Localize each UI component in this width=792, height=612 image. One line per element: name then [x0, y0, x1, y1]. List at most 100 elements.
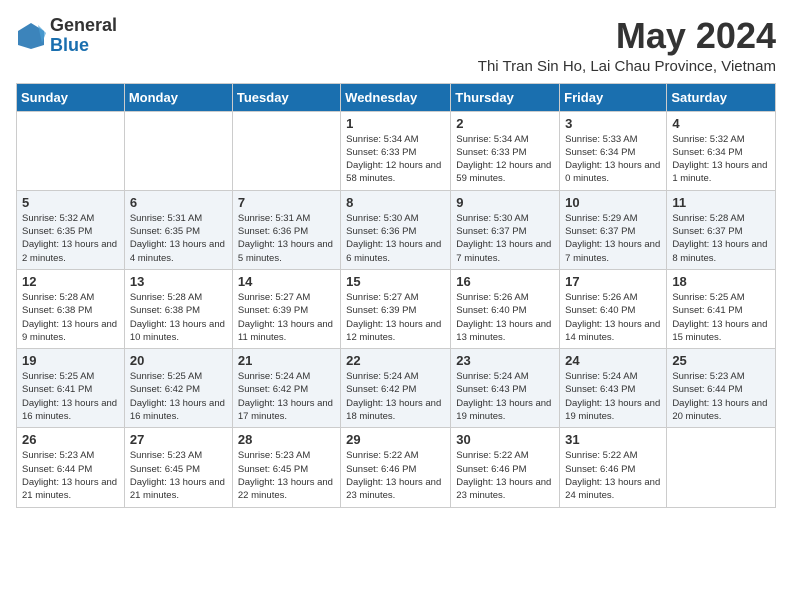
day-info: Sunrise: 5:29 AMSunset: 6:37 PMDaylight:… [565, 212, 661, 265]
day-number: 15 [346, 274, 445, 289]
day-info: Sunrise: 5:25 AMSunset: 6:41 PMDaylight:… [672, 291, 770, 344]
header-friday: Friday [560, 83, 667, 111]
table-row [124, 111, 232, 190]
day-number: 21 [238, 353, 335, 368]
week-row-3: 12Sunrise: 5:28 AMSunset: 6:38 PMDayligh… [17, 269, 776, 348]
day-number: 25 [672, 353, 770, 368]
day-number: 8 [346, 195, 445, 210]
table-row: 18 Sunrise: 5:25 AMSunset: 6:41 PMDayligh… [667, 269, 776, 348]
table-row: 5 Sunrise: 5:32 AMSunset: 6:35 PMDaylight… [17, 190, 125, 269]
day-info: Sunrise: 5:28 AMSunset: 6:38 PMDaylight:… [130, 291, 227, 344]
day-info: Sunrise: 5:26 AMSunset: 6:40 PMDaylight:… [456, 291, 554, 344]
day-info: Sunrise: 5:24 AMSunset: 6:43 PMDaylight:… [565, 370, 661, 423]
table-row [17, 111, 125, 190]
table-row: 16 Sunrise: 5:26 AMSunset: 6:40 PMDayligh… [451, 269, 560, 348]
day-number: 3 [565, 116, 661, 131]
day-number: 27 [130, 432, 227, 447]
day-number: 7 [238, 195, 335, 210]
day-number: 19 [22, 353, 119, 368]
week-row-5: 26 Sunrise: 5:23 AMSunset: 6:44 PMDayligh… [17, 428, 776, 507]
day-info: Sunrise: 5:32 AMSunset: 6:34 PMDaylight:… [672, 133, 770, 186]
day-info: Sunrise: 5:28 AMSunset: 6:37 PMDaylight:… [672, 212, 770, 265]
day-number: 26 [22, 432, 119, 447]
day-number: 17 [565, 274, 661, 289]
week-row-1: 1 Sunrise: 5:34 AMSunset: 6:33 PMDaylight… [17, 111, 776, 190]
day-number: 22 [346, 353, 445, 368]
day-info: Sunrise: 5:22 AMSunset: 6:46 PMDaylight:… [565, 449, 661, 502]
logo-icon [16, 21, 46, 51]
day-info: Sunrise: 5:33 AMSunset: 6:34 PMDaylight:… [565, 133, 661, 186]
header-sunday: Sunday [17, 83, 125, 111]
day-info: Sunrise: 5:30 AMSunset: 6:36 PMDaylight:… [346, 212, 445, 265]
day-info: Sunrise: 5:24 AMSunset: 6:43 PMDaylight:… [456, 370, 554, 423]
day-info: Sunrise: 5:22 AMSunset: 6:46 PMDaylight:… [346, 449, 445, 502]
table-row: 21 Sunrise: 5:24 AMSunset: 6:42 PMDayligh… [232, 349, 340, 428]
table-row: 25Sunrise: 5:23 AMSunset: 6:44 PMDayligh… [667, 349, 776, 428]
day-info: Sunrise: 5:28 AMSunset: 6:38 PMDaylight:… [22, 291, 119, 344]
day-info: Sunrise: 5:31 AMSunset: 6:35 PMDaylight:… [130, 212, 227, 265]
day-number: 16 [456, 274, 554, 289]
table-row: 1 Sunrise: 5:34 AMSunset: 6:33 PMDaylight… [341, 111, 451, 190]
day-number: 10 [565, 195, 661, 210]
day-number: 2 [456, 116, 554, 131]
day-info: Sunrise: 5:23 AMSunset: 6:44 PMDaylight:… [22, 449, 119, 502]
week-row-2: 5 Sunrise: 5:32 AMSunset: 6:35 PMDaylight… [17, 190, 776, 269]
table-row: 23 Sunrise: 5:24 AMSunset: 6:43 PMDayligh… [451, 349, 560, 428]
table-row: 19 Sunrise: 5:25 AMSunset: 6:41 PMDayligh… [17, 349, 125, 428]
table-row: 10 Sunrise: 5:29 AMSunset: 6:37 PMDayligh… [560, 190, 667, 269]
table-row: 31 Sunrise: 5:22 AMSunset: 6:46 PMDayligh… [560, 428, 667, 507]
day-number: 28 [238, 432, 335, 447]
table-row: 2Sunrise: 5:34 AMSunset: 6:33 PMDaylight… [451, 111, 560, 190]
table-row: 8 Sunrise: 5:30 AMSunset: 6:36 PMDaylight… [341, 190, 451, 269]
table-row: 20 Sunrise: 5:25 AMSunset: 6:42 PMDayligh… [124, 349, 232, 428]
table-row: 13 Sunrise: 5:28 AMSunset: 6:38 PMDayligh… [124, 269, 232, 348]
day-info: Sunrise: 5:31 AMSunset: 6:36 PMDaylight:… [238, 212, 335, 265]
table-row: 7 Sunrise: 5:31 AMSunset: 6:36 PMDaylight… [232, 190, 340, 269]
day-number: 29 [346, 432, 445, 447]
page-container: General Blue May 2024 Thi Tran Sin Ho, L… [16, 16, 776, 508]
table-row: 27Sunrise: 5:23 AMSunset: 6:45 PMDayligh… [124, 428, 232, 507]
table-row: 9Sunrise: 5:30 AMSunset: 6:37 PMDaylight… [451, 190, 560, 269]
day-number: 1 [346, 116, 445, 131]
table-row: 15 Sunrise: 5:27 AMSunset: 6:39 PMDayligh… [341, 269, 451, 348]
table-row: 17 Sunrise: 5:26 AMSunset: 6:40 PMDayligh… [560, 269, 667, 348]
day-info: Sunrise: 5:34 AMSunset: 6:33 PMDaylight:… [346, 133, 445, 186]
header-thursday: Thursday [451, 83, 560, 111]
day-info: Sunrise: 5:27 AMSunset: 6:39 PMDaylight:… [346, 291, 445, 344]
header-tuesday: Tuesday [232, 83, 340, 111]
day-number: 20 [130, 353, 227, 368]
header-saturday: Saturday [667, 83, 776, 111]
day-info: Sunrise: 5:24 AMSunset: 6:42 PMDaylight:… [238, 370, 335, 423]
day-number: 23 [456, 353, 554, 368]
day-number: 18 [672, 274, 770, 289]
title-area: May 2024 Thi Tran Sin Ho, Lai Chau Provi… [478, 16, 776, 75]
table-row [232, 111, 340, 190]
day-info: Sunrise: 5:24 AMSunset: 6:42 PMDaylight:… [346, 370, 445, 423]
table-row: 4Sunrise: 5:32 AMSunset: 6:34 PMDaylight… [667, 111, 776, 190]
table-row: 11 Sunrise: 5:28 AMSunset: 6:37 PMDayligh… [667, 190, 776, 269]
day-number: 13 [130, 274, 227, 289]
day-info: Sunrise: 5:32 AMSunset: 6:35 PMDaylight:… [22, 212, 119, 265]
day-info: Sunrise: 5:26 AMSunset: 6:40 PMDaylight:… [565, 291, 661, 344]
logo-general: General [50, 16, 117, 36]
table-row: 6 Sunrise: 5:31 AMSunset: 6:35 PMDaylight… [124, 190, 232, 269]
calendar: Sunday Monday Tuesday Wednesday Thursday… [16, 83, 776, 508]
weekday-header-row: Sunday Monday Tuesday Wednesday Thursday… [17, 83, 776, 111]
day-number: 6 [130, 195, 227, 210]
day-info: Sunrise: 5:22 AMSunset: 6:46 PMDaylight:… [456, 449, 554, 502]
table-row: 30 Sunrise: 5:22 AMSunset: 6:46 PMDayligh… [451, 428, 560, 507]
logo: General Blue [16, 16, 117, 56]
header-monday: Monday [124, 83, 232, 111]
day-info: Sunrise: 5:25 AMSunset: 6:41 PMDaylight:… [22, 370, 119, 423]
day-number: 31 [565, 432, 661, 447]
week-row-4: 19 Sunrise: 5:25 AMSunset: 6:41 PMDayligh… [17, 349, 776, 428]
table-row: 24Sunrise: 5:24 AMSunset: 6:43 PMDayligh… [560, 349, 667, 428]
day-number: 30 [456, 432, 554, 447]
day-number: 5 [22, 195, 119, 210]
table-row: 3 Sunrise: 5:33 AMSunset: 6:34 PMDaylight… [560, 111, 667, 190]
day-info: Sunrise: 5:23 AMSunset: 6:45 PMDaylight:… [238, 449, 335, 502]
day-number: 11 [672, 195, 770, 210]
day-info: Sunrise: 5:25 AMSunset: 6:42 PMDaylight:… [130, 370, 227, 423]
day-info: Sunrise: 5:27 AMSunset: 6:39 PMDaylight:… [238, 291, 335, 344]
table-row [667, 428, 776, 507]
